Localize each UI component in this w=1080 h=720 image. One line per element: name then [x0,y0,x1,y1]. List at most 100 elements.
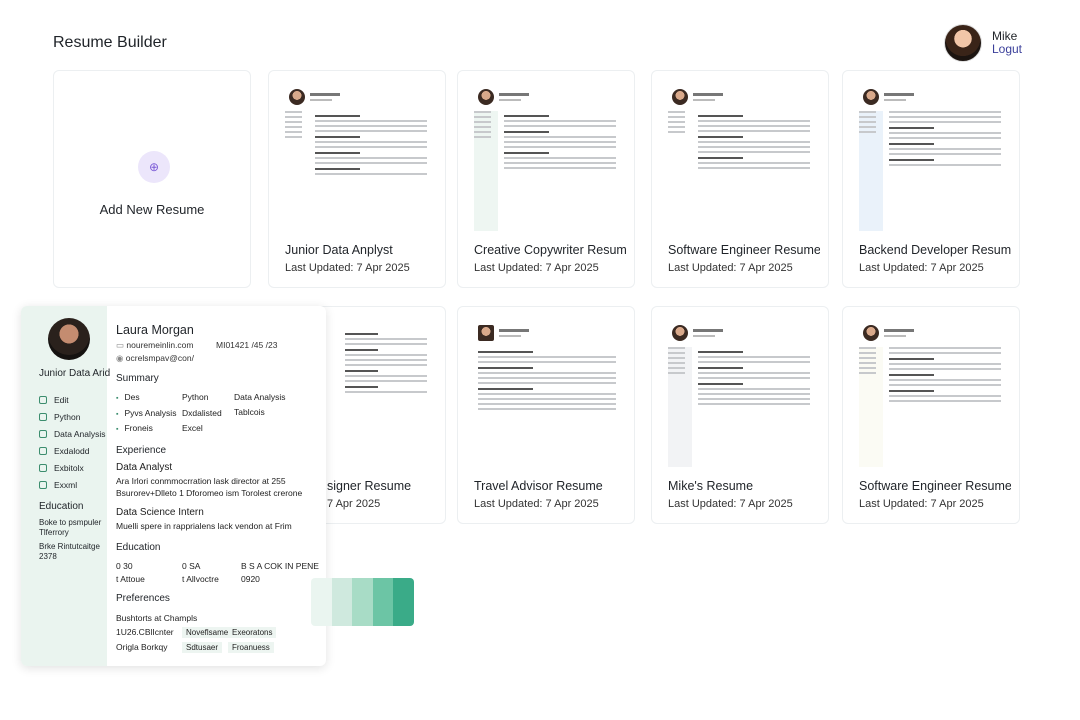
resume-updated: Last Updated: 7 Apr 2025 [859,498,984,510]
skill-icon [39,429,47,438]
education-cell: B S A COK IN PENE [241,561,319,571]
preference-cell: 1U26.CBlIcnter [116,627,174,637]
resume-card[interactable]: Software Engineer Resume Last Updated: 7… [842,306,1020,524]
resume-thumbnail [859,319,1005,467]
link-icon: ▭ [116,340,127,350]
skill-label: Exbitolx [54,462,84,473]
contact-value: nouremeinlin.com [126,340,194,350]
resume-card[interactable]: Mike's Resume Last Updated: 7 Apr 2025 [651,306,829,524]
preview-sidebar: Junior Data Arid Edit Python Data Analys… [21,306,111,666]
job-title: Data Science Intern [116,507,204,518]
contact-email: ◉ ocrelsmpav@con/ [116,353,194,364]
skill-label: Exdalodd [54,445,90,456]
resume-title: Junior Data Anplyst [285,243,393,257]
resume-updated: Last Updated: 7 Apr 2025 [668,498,793,510]
color-swatch[interactable] [331,578,353,626]
preview-name: Laura Morgan [116,323,194,337]
skill-icon [39,463,47,472]
side-education-list: Boke to psmpuler Tlferrory Brke Rintutcai… [39,518,101,566]
job-description: Ara Irlori conmmocrration lask director … [116,476,286,486]
side-education-line: 2378 [39,552,57,561]
skill-item: Python [39,408,106,425]
resume-thumbnail [474,319,620,467]
app-title: Resume Builder [53,34,167,51]
resume-preview-panel: Junior Data Arid Edit Python Data Analys… [21,306,326,666]
logout-link[interactable]: Logut [992,43,1022,56]
skill-item: Exbitolx [39,459,106,476]
preference-line: Bushtorts at Champls [116,613,198,623]
skill-item: Data Analysis [39,425,106,442]
summary-heading: Summary [116,373,159,384]
add-new-resume-card[interactable]: ⊕ Add New Resume [53,70,251,288]
color-theme-swatches[interactable] [311,578,414,626]
resume-thumbnail [474,83,620,231]
preference-chip-label: Sdtusaer [182,642,223,653]
resume-updated: Last Updated: 7 Apr 2025 [668,262,793,274]
job-description: Muelli spere in rapprialens lack vendon … [116,521,292,531]
user-avatar[interactable] [943,24,982,62]
preference-chip-label: Exeoratons [228,627,277,638]
summary-cell: Pyvs Analysis [116,408,176,418]
resume-card[interactable]: Junior Data Anplyst Last Updated: 7 Apr … [268,70,446,288]
resume-title: Backend Developer Resume [859,243,1011,257]
color-swatch[interactable] [311,578,332,626]
skill-icon [39,412,47,421]
side-education-line: Brke Rintutcaitge [39,542,100,551]
summary-cell: Des [116,392,139,402]
preference-chip: Sdtusaer [182,642,223,653]
side-education-line: Boke to psmpuler [39,518,102,527]
side-education-line: Tlferrory [39,528,69,537]
resume-updated: Last Updated: 7 Apr 2025 [285,262,410,274]
resume-updated: Last Updated: 7 Apr 2025 [474,262,599,274]
resume-card[interactable]: Travel Advisor Resume Last Updated: 7 Ap… [457,306,635,524]
color-swatch[interactable] [393,578,414,626]
resume-thumbnail [285,83,431,231]
education-cell: 0 30 [116,561,133,571]
preview-main: Laura Morgan ▭ nouremeinlin.com MI01421 … [116,306,326,666]
education-cell: 0 SA [182,561,201,571]
skill-label: Exxml [54,479,78,490]
color-swatch[interactable] [372,578,394,626]
resume-title: Creative Copywriter Resum [474,243,626,257]
skill-item: Exxml [39,476,106,493]
preview-role: Junior Data Arid [39,368,111,379]
experience-heading: Experience [116,445,167,456]
summary-cell: Tablcois [234,407,265,417]
skill-item: Exdalodd [39,442,106,459]
resume-title: Mike's Resume [668,479,754,493]
preferences-heading: Preferences [116,593,170,604]
add-new-resume-label: Add New Resume [99,202,205,217]
education-cell: t Allvoctre [182,574,219,584]
add-resume-icon[interactable]: ⊕ [138,151,170,183]
resume-thumbnail [859,83,1005,231]
skill-icon [39,395,47,404]
resume-updated: Last Updated: 7 Apr 2025 [859,262,984,274]
user-menu[interactable]: Mike Logut [943,24,1022,62]
contact-phone: MI01421 /45 /23 [216,340,278,350]
resume-updated: 7 Apr 2025 [327,498,381,510]
color-swatch[interactable] [352,578,373,626]
summary-cell: Python [182,392,209,402]
resume-thumbnail [668,319,814,467]
resume-title: Software Engineer Resume [668,243,820,257]
skill-icon [39,480,47,489]
profile-photo [48,318,90,360]
contact-website: ▭ nouremeinlin.com [116,340,194,351]
contact-value: ocrelsmpav@con/ [125,353,194,363]
skill-label: Data Analysis [54,428,106,439]
resume-card[interactable]: Creative Copywriter Resum Last Updated: … [457,70,635,288]
email-icon: ◉ [116,353,126,363]
resume-title: Travel Advisor Resume [474,479,603,493]
resume-title: Software Engineer Resume [859,479,1011,493]
resume-card[interactable]: Software Engineer Resume Last Updated: 7… [651,70,829,288]
education-heading: Education [116,542,161,553]
job-title: Data Analyst [116,462,173,473]
summary-cell: Froneis [116,423,152,433]
skill-label: Python [54,411,81,422]
resume-card[interactable]: Backend Developer Resume Last Updated: 7… [842,70,1020,288]
preview-skill-list: Edit Python Data Analysis Exdalodd Exbit… [39,391,106,493]
skill-label: Edit [54,394,69,405]
summary-cell: Dxdalisted [182,408,222,418]
skill-item: Edit [39,391,106,408]
education-cell: 0920 [241,574,260,584]
